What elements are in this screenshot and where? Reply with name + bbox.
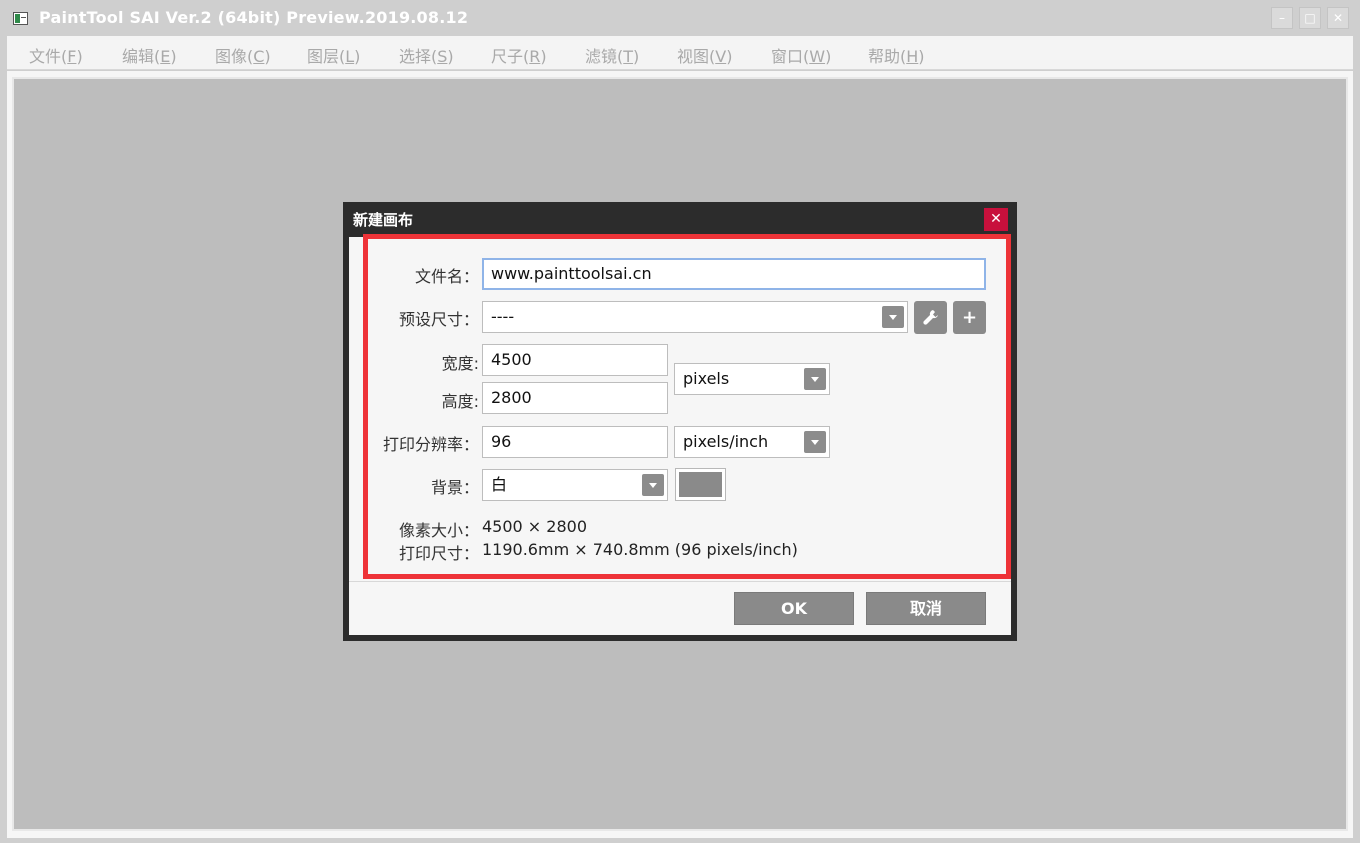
dialog-body: 文件名： www.painttoolsai.cn 预设尺寸： ---- + 宽度… — [349, 234, 1011, 635]
menu-image[interactable]: 图像(C) — [215, 43, 271, 67]
preset-label: 预设尺寸： — [398, 310, 479, 329]
minimize-button[interactable]: – — [1271, 7, 1293, 29]
menu-filter[interactable]: 滤镜(T) — [585, 43, 639, 67]
preset-dropdown[interactable]: ---- — [482, 301, 908, 333]
ok-button[interactable]: OK — [734, 592, 854, 625]
chevron-down-icon[interactable] — [882, 306, 904, 328]
chevron-down-icon[interactable] — [804, 368, 826, 390]
swatch-color — [679, 472, 722, 497]
print-size-label: 打印尺寸： — [398, 544, 479, 563]
window-title: PaintTool SAI Ver.2 (64bit) Preview.2019… — [39, 8, 469, 27]
preset-value: ---- — [491, 307, 515, 326]
resolution-label: 打印分辨率： — [382, 435, 479, 454]
height-input[interactable]: 2800 — [482, 382, 668, 414]
add-preset-button[interactable]: + — [953, 301, 986, 334]
menu-edit[interactable]: 编辑(E) — [122, 43, 177, 67]
menu-view[interactable]: 视图(V) — [677, 43, 732, 67]
filename-input[interactable]: www.painttoolsai.cn — [482, 258, 986, 290]
pixel-size-value: 4500 × 2800 — [482, 517, 588, 536]
background-color-swatch[interactable] — [675, 468, 726, 501]
resolution-input[interactable]: 96 — [482, 426, 668, 458]
print-size-value: 1190.6mm × 740.8mm (96 pixels/inch) — [482, 540, 798, 559]
menu-help[interactable]: 帮助(H) — [868, 43, 925, 67]
chevron-down-icon[interactable] — [804, 431, 826, 453]
chevron-down-icon[interactable] — [642, 474, 664, 496]
menu-window[interactable]: 窗口(W) — [771, 43, 831, 67]
dialog-title: 新建画布 — [353, 211, 414, 229]
size-unit-dropdown[interactable]: pixels — [674, 363, 830, 395]
background-dropdown[interactable]: 白 — [482, 469, 668, 501]
menu-bar: 文件(F) 编辑(E) 图像(C) 图层(L) 选择(S) 尺子(R) 滤镜(T… — [7, 36, 1353, 70]
app-icon — [13, 12, 28, 25]
wrench-icon[interactable] — [914, 301, 947, 334]
width-input[interactable]: 4500 — [482, 344, 668, 376]
width-label: 宽度: — [441, 354, 479, 373]
size-unit-value: pixels — [683, 369, 730, 388]
cancel-button[interactable]: 取消 — [866, 592, 986, 625]
menu-layer[interactable]: 图层(L) — [307, 43, 360, 67]
filename-label: 文件名： — [414, 267, 479, 286]
new-canvas-dialog: 新建画布 ✕ 文件名： www.painttoolsai.cn 预设尺寸： --… — [343, 202, 1017, 641]
resolution-unit-value: pixels/inch — [683, 432, 769, 451]
resolution-unit-dropdown[interactable]: pixels/inch — [674, 426, 830, 458]
dialog-divider — [349, 581, 1011, 582]
menu-ruler[interactable]: 尺子(R) — [491, 43, 547, 67]
menu-file[interactable]: 文件(F) — [29, 43, 83, 67]
dialog-close-button[interactable]: ✕ — [984, 208, 1008, 231]
menu-select[interactable]: 选择(S) — [399, 43, 454, 67]
pixel-size-label: 像素大小： — [398, 521, 479, 540]
close-window-button[interactable]: ✕ — [1327, 7, 1349, 29]
height-label: 高度: — [441, 392, 479, 411]
title-bar: PaintTool SAI Ver.2 (64bit) Preview.2019… — [0, 0, 1360, 36]
background-label: 背景： — [430, 478, 479, 497]
background-value: 白 — [491, 475, 508, 494]
maximize-button[interactable]: □ — [1299, 7, 1321, 29]
